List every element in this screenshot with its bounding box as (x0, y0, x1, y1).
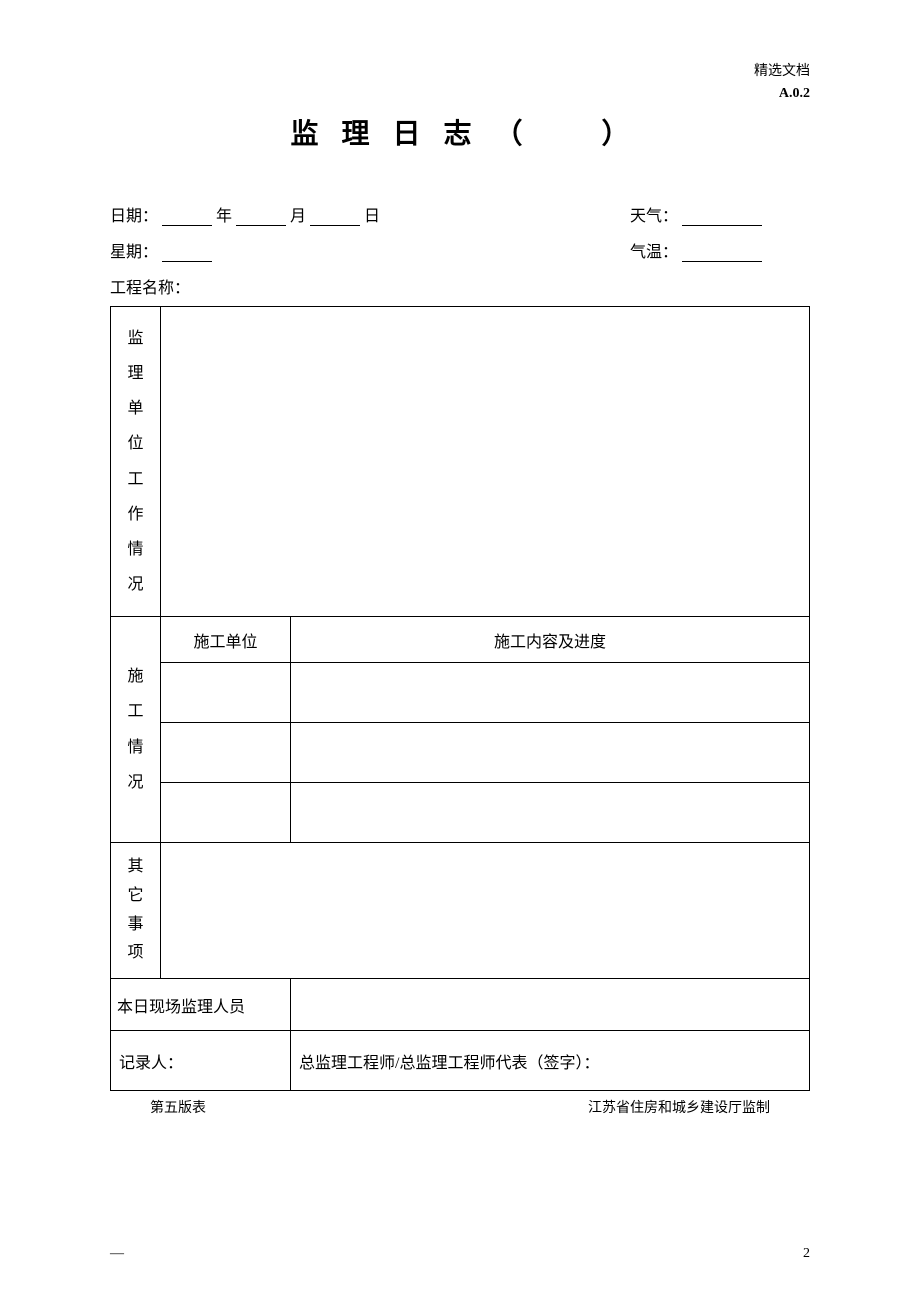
s2-c2: 工 (119, 694, 152, 729)
page-title: 监 理 日 志 （ ） (110, 112, 810, 152)
s1-c1: 监 (119, 321, 152, 356)
s1-c3: 单 (119, 391, 152, 426)
s2-content-2[interactable] (291, 723, 810, 783)
section-3-row: 其 它 事 项 (111, 843, 810, 979)
section-2-label-cell: 施 工 情 况 (111, 617, 161, 843)
section-1-content[interactable] (161, 307, 810, 617)
s1-c7: 情 (119, 532, 152, 567)
date-label: 日期： (110, 208, 158, 225)
s2-unit-3[interactable] (161, 783, 291, 843)
personnel-label: 本日现场监理人员 (111, 979, 291, 1031)
page-bottom: — 2 (110, 1246, 810, 1262)
weekday-blank[interactable] (162, 244, 212, 262)
title-blank (538, 119, 587, 150)
section-2-data-row-1 (111, 663, 810, 723)
s2-c1: 施 (119, 659, 152, 694)
s1-c4: 位 (119, 426, 152, 461)
s2-content-1[interactable] (291, 663, 810, 723)
weather-field: 天气： (630, 202, 810, 226)
section-3-label-cell: 其 它 事 项 (111, 843, 161, 979)
date-field: 日期： 年 月 日 (110, 202, 630, 226)
month-blank[interactable] (236, 208, 286, 226)
s3-c2: 它 (119, 882, 152, 911)
section-1-row: 监 理 单 位 工 作 情 况 (111, 307, 810, 617)
section-2-col2-header: 施工内容及进度 (291, 617, 810, 663)
title-text: 监 理 日 志 (290, 119, 479, 150)
project-field: 工程名称： (110, 274, 810, 298)
year-blank[interactable] (162, 208, 212, 226)
s2-c4: 况 (119, 765, 152, 800)
meta-row-2: 星期： 气温： (110, 238, 810, 262)
section-3-content[interactable] (161, 843, 810, 979)
page-number: 2 (803, 1246, 810, 1262)
footer-row: 第五版表 江苏省住房和城乡建设厅监制 (110, 1097, 810, 1117)
day-blank[interactable] (310, 208, 360, 226)
signature-row: 记录人： 总监理工程师/总监理工程师代表（签字）： (111, 1031, 810, 1091)
form-table: 监 理 单 位 工 作 情 况 施 工 情 况 施工单位 施工内容及进度 (110, 306, 810, 1091)
page-dash: — (110, 1246, 124, 1262)
weekday-label: 星期： (110, 244, 158, 261)
meta-row-1: 日期： 年 月 日 天气： (110, 202, 810, 226)
s2-c3: 情 (119, 730, 152, 765)
day-label: 日 (364, 208, 380, 225)
s1-c2: 理 (119, 356, 152, 391)
footer-right: 江苏省住房和城乡建设厅监制 (588, 1097, 770, 1117)
weather-label: 天气： (630, 208, 678, 225)
header-watermark: 精选文档 (110, 60, 810, 80)
personnel-row: 本日现场监理人员 (111, 979, 810, 1031)
signature-cell[interactable]: 总监理工程师/总监理工程师代表（签字）： (291, 1031, 810, 1091)
temp-label: 气温： (630, 244, 678, 261)
weekday-field: 星期： (110, 238, 630, 262)
month-label: 月 (290, 208, 306, 225)
s3-c1: 其 (119, 853, 152, 882)
footer-left: 第五版表 (150, 1097, 206, 1117)
section-2-header-row: 施 工 情 况 施工单位 施工内容及进度 (111, 617, 810, 663)
title-paren-close: ） (602, 119, 630, 150)
section-2-data-row-2 (111, 723, 810, 783)
s1-c8: 况 (119, 567, 152, 602)
s1-c5: 工 (119, 462, 152, 497)
temp-field: 气温： (630, 238, 810, 262)
section-2-col1-header: 施工单位 (161, 617, 291, 663)
weather-blank[interactable] (682, 208, 762, 226)
section-1-label-cell: 监 理 单 位 工 作 情 况 (111, 307, 161, 617)
title-paren-open: （ (494, 119, 522, 150)
recorder-cell[interactable]: 记录人： (111, 1031, 291, 1091)
temp-blank[interactable] (682, 244, 762, 262)
s2-content-3[interactable] (291, 783, 810, 843)
section-2-data-row-3 (111, 783, 810, 843)
year-label: 年 (216, 208, 232, 225)
s3-c4: 项 (119, 939, 152, 968)
personnel-content[interactable] (291, 979, 810, 1031)
s2-unit-1[interactable] (161, 663, 291, 723)
s3-c3: 事 (119, 911, 152, 940)
s2-unit-2[interactable] (161, 723, 291, 783)
document-code: A.0.2 (110, 86, 810, 102)
s1-c6: 作 (119, 497, 152, 532)
project-label: 工程名称： (110, 280, 190, 297)
